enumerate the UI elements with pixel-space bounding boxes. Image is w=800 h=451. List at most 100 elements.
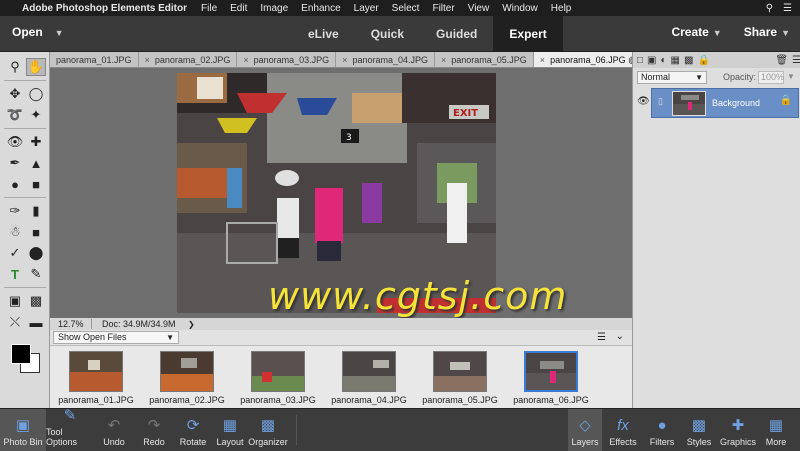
menu-window[interactable]: Window — [502, 3, 538, 14]
more-button[interactable]: ▦ More — [762, 409, 790, 451]
marquee-tool-icon[interactable]: ◯ — [26, 85, 46, 103]
bin-thumbnail[interactable] — [251, 351, 305, 392]
layer-mask-icon[interactable]: ▦ — [671, 55, 680, 66]
new-layer-icon[interactable]: □ — [637, 55, 643, 66]
close-icon[interactable]: × — [441, 55, 446, 65]
menu-enhance[interactable]: Enhance — [301, 3, 340, 14]
shape-tool-icon[interactable]: ⬤ — [26, 244, 46, 262]
bin-thumbnail[interactable] — [433, 351, 487, 392]
brush-tool-icon[interactable]: ✑ — [5, 202, 25, 220]
tool-options-button[interactable]: ✎ Tool Options — [46, 407, 94, 451]
lock-all-icon[interactable]: 🔒 — [697, 55, 709, 66]
bin-thumbnail[interactable] — [342, 351, 396, 392]
layers-button[interactable]: ◇ Layers — [568, 409, 602, 451]
paint-bucket-icon[interactable]: ☃ — [5, 223, 25, 241]
menu-select[interactable]: Select — [392, 3, 420, 14]
styles-icon: ▩ — [691, 417, 707, 434]
adjustment-layer-icon[interactable]: ◐ — [661, 55, 667, 66]
chevron-right-icon[interactable]: ❯ — [188, 320, 195, 329]
move-tool-icon[interactable]: ✥ — [5, 85, 25, 103]
eye-icon[interactable]: 👁 — [637, 96, 650, 107]
foreground-color-swatch[interactable] — [11, 344, 31, 364]
photo-bin-button[interactable]: ▣ Photo Bin — [0, 409, 46, 451]
create-button[interactable]: Create ▼ — [671, 25, 721, 39]
layer-options-row: Normal ▼ Opacity: 100% ▼ — [633, 69, 800, 87]
organizer-button[interactable]: ▩ Organizer — [248, 409, 288, 451]
redo-button[interactable]: ↷ Redo — [140, 409, 168, 451]
pencil-tool-icon[interactable]: ✎ — [26, 265, 46, 283]
lock-transparency-icon[interactable]: ▩ — [684, 55, 693, 66]
hand-tool-icon[interactable]: ✋ — [26, 58, 46, 76]
menu-layer[interactable]: Layer — [354, 3, 379, 14]
close-icon[interactable]: × — [243, 55, 248, 65]
mode-guided[interactable]: Guided — [420, 16, 493, 52]
red-eye-tool-icon[interactable]: 👁 — [5, 133, 25, 151]
undo-button[interactable]: ↶ Undo — [100, 409, 128, 451]
close-icon[interactable]: × — [145, 55, 150, 65]
close-icon[interactable]: × — [342, 55, 347, 65]
type-tool-icon[interactable]: T — [5, 265, 25, 283]
canvas-area[interactable]: EXIT 3 www.cgtsj.com — [50, 68, 632, 318]
mode-quick[interactable]: Quick — [355, 16, 420, 52]
tab-panorama-01[interactable]: panorama_01.JPG — [50, 52, 139, 67]
menu-image[interactable]: Image — [260, 3, 288, 14]
crop-tool-icon[interactable]: ▣ — [5, 292, 25, 310]
content-aware-move-icon[interactable]: ⤬ — [5, 313, 25, 331]
show-files-dropdown[interactable]: Show Open Files ▼ — [53, 331, 179, 344]
tab-panorama-02[interactable]: × panorama_02.JPG — [139, 52, 238, 67]
tab-panorama-04[interactable]: × panorama_04.JPG — [336, 52, 435, 67]
tool-divider — [4, 197, 46, 198]
opacity-input[interactable]: 100% — [758, 71, 784, 84]
menu-view[interactable]: View — [468, 3, 490, 14]
menu-help[interactable]: Help — [551, 3, 572, 14]
panel-menu-icon[interactable]: ☰ — [792, 55, 800, 66]
chevron-down-icon[interactable]: ▼ — [787, 72, 795, 81]
spotlight-icon[interactable]: ⚲ — [766, 3, 773, 14]
smart-brush-icon[interactable]: ✒ — [5, 154, 25, 172]
tool-divider — [4, 128, 46, 129]
app-topbar: Open ▼ eLive Quick Guided Expert Create ▼ … — [0, 16, 800, 52]
rotate-button[interactable]: ⟳ Rotate — [176, 409, 210, 451]
blur-tool-icon[interactable]: ● — [5, 175, 25, 193]
recompose-tool-icon[interactable]: ▩ — [26, 292, 46, 310]
trash-icon[interactable]: 🗑 — [775, 55, 788, 66]
layout-button[interactable]: ▦ Layout — [216, 409, 244, 451]
spot-healing-icon[interactable]: ✚ — [26, 133, 46, 151]
list-icon[interactable]: ☰ — [783, 3, 792, 14]
button-label: Styles — [686, 437, 712, 447]
effects-button[interactable]: fx Effects — [606, 409, 640, 451]
tab-panorama-03[interactable]: × panorama_03.JPG — [237, 52, 337, 67]
share-button[interactable]: Share ▼ — [744, 25, 790, 39]
magic-wand-icon[interactable]: ✦ — [26, 106, 46, 124]
gradient-tool-icon[interactable]: ■ — [26, 223, 46, 241]
zoom-tool-icon[interactable]: ⚲ — [5, 58, 25, 76]
menu-edit[interactable]: Edit — [230, 3, 247, 14]
tab-panorama-05[interactable]: × panorama_05.JPG — [435, 52, 534, 67]
bin-thumbnail-selected[interactable] — [524, 351, 578, 392]
close-icon[interactable]: × — [540, 55, 545, 65]
menu-filter[interactable]: Filter — [432, 3, 454, 14]
bin-thumbnail[interactable] — [160, 351, 214, 392]
styles-button[interactable]: ▩ Styles — [684, 409, 714, 451]
zoom-level[interactable]: 12.7% — [50, 319, 92, 329]
organizer-icon: ▩ — [260, 417, 276, 434]
eraser-tool-icon[interactable]: ▮ — [26, 202, 46, 220]
graphics-button[interactable]: ✚ Graphics — [720, 409, 756, 451]
eyedropper-icon[interactable]: ✓ — [5, 244, 25, 262]
open-button[interactable]: Open ▼ — [12, 25, 64, 39]
filters-button[interactable]: ● Filters — [646, 409, 678, 451]
panel-menu-icon[interactable]: ☰ — [597, 332, 606, 343]
new-group-icon[interactable]: ▣ — [647, 55, 656, 66]
bin-thumbnail[interactable] — [69, 351, 123, 392]
lasso-tool-icon[interactable]: ➰ — [5, 106, 25, 124]
blend-mode-dropdown[interactable]: Normal ▼ — [637, 71, 707, 84]
app-name-menu[interactable]: Adobe Photoshop Elements Editor — [22, 3, 187, 14]
sponge-tool-icon[interactable]: ■ — [26, 175, 46, 193]
menu-file[interactable]: File — [201, 3, 217, 14]
collapse-icon[interactable]: ⌄ — [616, 331, 624, 342]
clone-stamp-icon[interactable]: ▲ — [26, 154, 46, 172]
straighten-tool-icon[interactable]: ▬ — [26, 313, 46, 331]
layer-row-background[interactable]: ▯ Background 🔒 — [651, 88, 799, 118]
mode-expert[interactable]: Expert — [493, 16, 563, 52]
mode-elive[interactable]: eLive — [292, 16, 355, 52]
